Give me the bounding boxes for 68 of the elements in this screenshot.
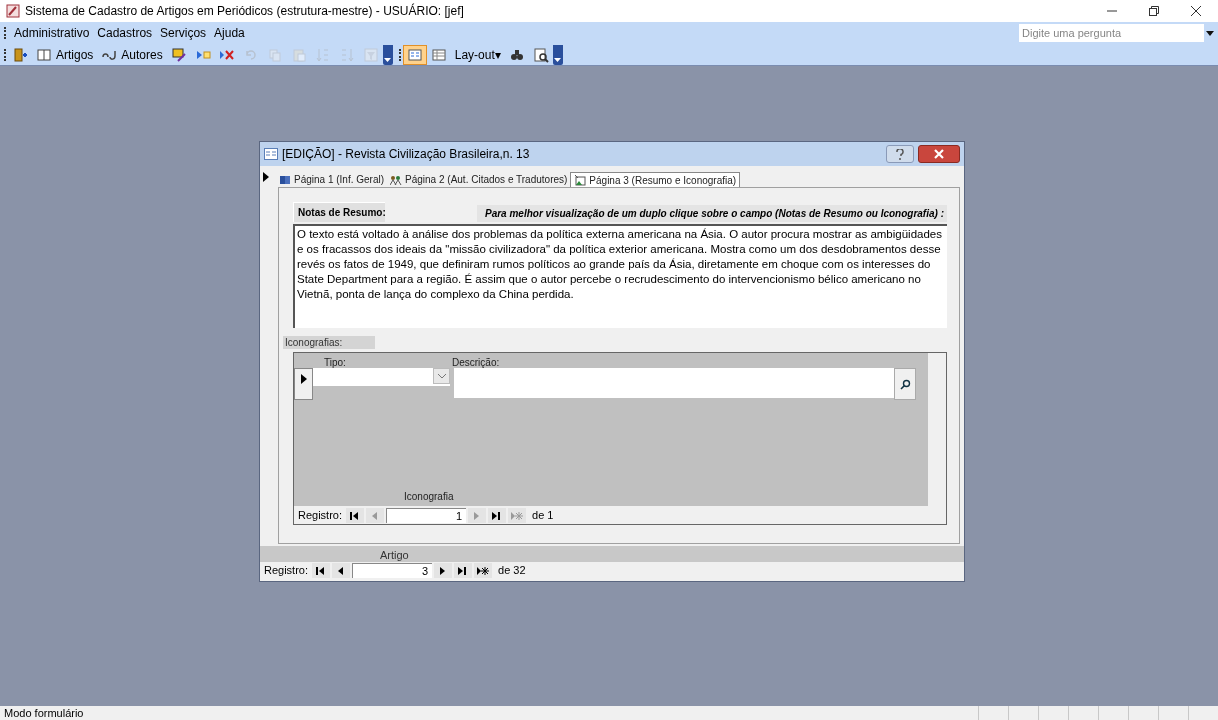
new-record-icon [511,510,524,521]
record-label: Registro: [298,508,343,524]
notes-field[interactable]: O texto está voltado à análise dos problemas da política externa americana na Ásia. O autor procura mostrar as ambigüidades e os fracassos dos ideais da "missão civilizadora" da política exterior americana. Mostra como um dos desdobramentos desse revés os fatos de 1949, que definiram rumos políticos ao grande país da Ásia, diretamente em choque com os interesses do State Department para a região. É assim que o autor percebe o recrudescimento do intervencionismo bélico americano no Vietnã, ponta de lança do complexo da China perdida. [293,224,947,328]
paste-icon [290,46,307,63]
subform-caption: Iconografia [404,490,454,505]
current-record-icon [300,374,307,384]
tab[interactable]: Página 1 (Inf. Geral) [276,172,388,187]
help-icon [896,148,904,160]
toolbar-button[interactable]: Artigos [32,44,98,65]
record-number-field[interactable]: 3 [352,563,433,578]
door-icon [12,46,28,63]
status-text: Modo formulário [4,705,85,720]
columns-icon [36,46,52,63]
column-label: Tipo: [324,356,346,370]
search-button[interactable] [894,368,916,400]
close-button[interactable] [918,145,960,163]
chevron-down-icon [437,373,446,379]
form-title: [EDIÇÃO] - Revista Civilização Brasileira,n. 13 [282,146,531,163]
nav-button[interactable] [332,563,351,578]
description-field[interactable] [454,368,894,398]
column-label: Descrição: [452,356,500,370]
menu-item[interactable]: Administrativo [10,24,94,42]
nav-button[interactable] [346,508,365,524]
close-icon[interactable] [1190,5,1202,17]
nav-button[interactable] [454,563,473,578]
form-caption: Artigo [380,548,409,563]
form-icon [264,148,278,160]
toolbar-button[interactable]: Lay-out▾ [450,44,505,65]
caret-down-icon [384,57,392,62]
book-icon [279,173,291,186]
toolbar-overflow-button[interactable] [552,44,563,65]
restore-icon[interactable] [1148,5,1160,17]
toolbar-button[interactable]: Autores [97,44,167,65]
menu-item[interactable]: Ajuda [210,24,249,42]
record-count: de 1 [532,508,554,524]
nav-button[interactable] [488,508,507,524]
copy-icon [266,46,283,63]
nav-button[interactable] [474,563,493,578]
form-view-icon [406,46,423,63]
menu-item[interactable]: Cadastros [93,24,157,42]
tab[interactable]: Página 2 (Aut. Citados e Tradutores) [387,172,571,187]
nav-button[interactable] [434,563,453,578]
field-label: Iconografias: [283,336,375,349]
record-count: de 32 [498,563,526,579]
pencil-icon [170,46,187,63]
search-icon [899,378,911,390]
filter-icon [362,46,379,63]
field-label: Notas de Resumo: [293,202,385,222]
record-selector[interactable] [294,368,313,400]
menu-item[interactable]: Serviços [156,24,211,42]
record-number-field[interactable]: 1 [386,508,467,524]
window-title: Sistema de Cadastro de Artigos em Periódicos (estrutura-mestre) - USUÁRIO: [jef] [25,2,465,20]
hint-text: Para melhor visualização de um duplo clique sobre o campo (Notas de Resumo ou Iconografia) : [477,205,947,222]
close-icon [934,149,944,159]
caret-down-icon [554,57,562,62]
print-preview-icon [532,46,549,63]
record-label: Registro: [264,563,309,579]
new-record-icon [477,565,490,576]
help-button[interactable] [886,145,914,163]
sort-ascending-icon [314,46,331,63]
tab[interactable]: Página 3 (Resumo e Iconografia) [570,172,741,187]
nav-button[interactable] [312,563,331,578]
record-selector-icon[interactable] [263,172,269,182]
app-icon [6,4,20,18]
toolbar-overflow-button[interactable] [382,44,393,65]
datasheet-icon [430,46,447,63]
picture-icon [574,174,587,186]
people-icon [390,173,403,186]
